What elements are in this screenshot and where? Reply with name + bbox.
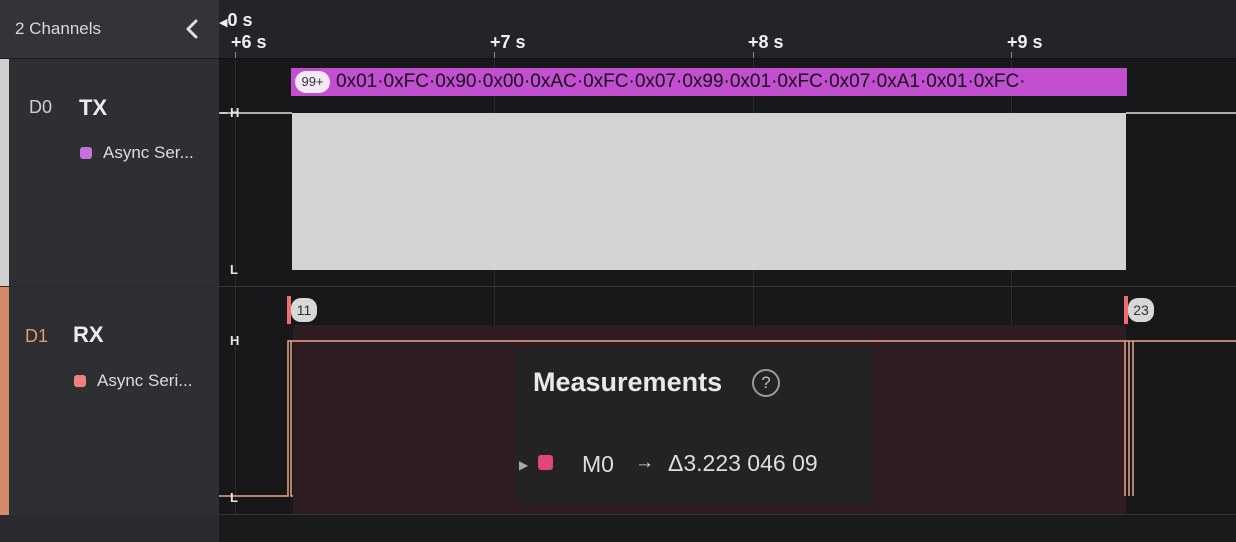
analyzer-color-swatch: [74, 375, 86, 387]
time-tick-label: +8 s: [748, 32, 784, 52]
rx-low-label: L: [230, 490, 238, 505]
more-frames-badge[interactable]: 99+: [295, 71, 330, 93]
measurements-title: Measurements: [533, 367, 723, 397]
sidebar-footer: [0, 515, 219, 542]
analyzer-label-tx[interactable]: Async Ser...: [103, 143, 194, 163]
chevron-left-icon: [186, 19, 198, 39]
tx-decoded-bytes: 0x01·0xFC·0x90·0x00·0xAC·0xFC·0x07·0x99·…: [336, 71, 1026, 92]
analyzer-label-rx[interactable]: Async Seri...: [97, 371, 192, 391]
channel-color-strip-rx: [0, 287, 9, 515]
measurement-name[interactable]: M0: [582, 451, 614, 478]
rx-high-label: H: [230, 333, 240, 348]
channel-name-rx[interactable]: RX: [73, 322, 104, 348]
channel-row-tx[interactable]: [0, 59, 219, 286]
timeline-origin-label: 0 s: [227, 10, 253, 30]
time-tick-label: +9 s: [1007, 32, 1043, 52]
time-tick-label: +7 s: [490, 32, 526, 52]
marker-end-badge[interactable]: 23: [1128, 298, 1154, 322]
timeline-header[interactable]: [219, 0, 1236, 59]
tick-mark: [494, 52, 495, 58]
channel-color-strip-tx: [0, 59, 9, 286]
tx-high-label: H: [230, 105, 240, 120]
collapse-sidebar-button[interactable]: [182, 17, 204, 41]
time-tick-label: +6 s: [231, 32, 267, 52]
expand-triangle-icon[interactable]: ▶: [519, 458, 528, 472]
marker-start-badge[interactable]: 11: [291, 298, 317, 322]
analyzer-color-swatch: [80, 147, 92, 159]
channel-name-tx[interactable]: TX: [79, 95, 107, 121]
arrow-right-icon: →: [635, 452, 654, 473]
measurement-value: Δ3.223 046 09: [668, 450, 818, 476]
channel-id-d0: D0: [29, 97, 53, 117]
channels-count-label: 2 Channels: [15, 19, 102, 38]
channel-row-rx[interactable]: [0, 287, 219, 515]
channel-id-d1: D1: [25, 326, 49, 346]
tick-mark: [1011, 52, 1012, 58]
timeline-origin: ◀0 s: [219, 10, 253, 31]
tick-mark: [753, 52, 754, 58]
tx-low-label: L: [230, 262, 238, 277]
measurement-color-swatch: [538, 455, 553, 470]
tick-mark: [235, 52, 236, 58]
help-icon[interactable]: ?: [752, 369, 780, 397]
